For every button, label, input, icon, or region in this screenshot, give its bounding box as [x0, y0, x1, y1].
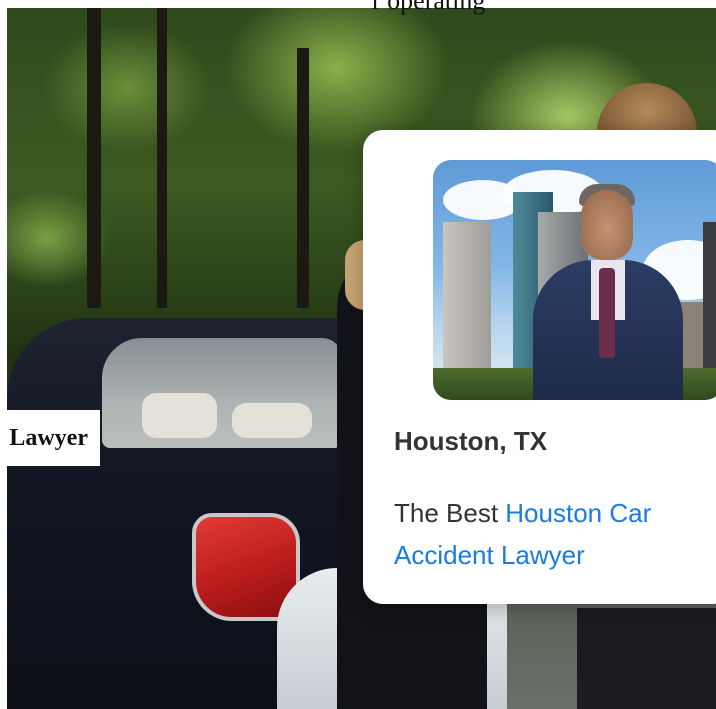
- lawyer-houston-skyline-photo: [433, 160, 716, 400]
- left-label-text: Lawyer: [9, 424, 88, 451]
- card-description: The Best Houston Car Accident Lawyer: [394, 492, 716, 576]
- top-cutoff-text: r operating: [372, 0, 486, 15]
- left-label-box: Lawyer: [0, 410, 100, 466]
- man-coat: [577, 608, 716, 709]
- location-card[interactable]: Houston, TX The Best Houston Car Acciden…: [363, 130, 716, 604]
- card-description-prefix: The Best: [394, 498, 506, 528]
- tie: [599, 268, 615, 358]
- lawyer-face: [581, 190, 633, 260]
- card-title: Houston, TX: [394, 426, 548, 456]
